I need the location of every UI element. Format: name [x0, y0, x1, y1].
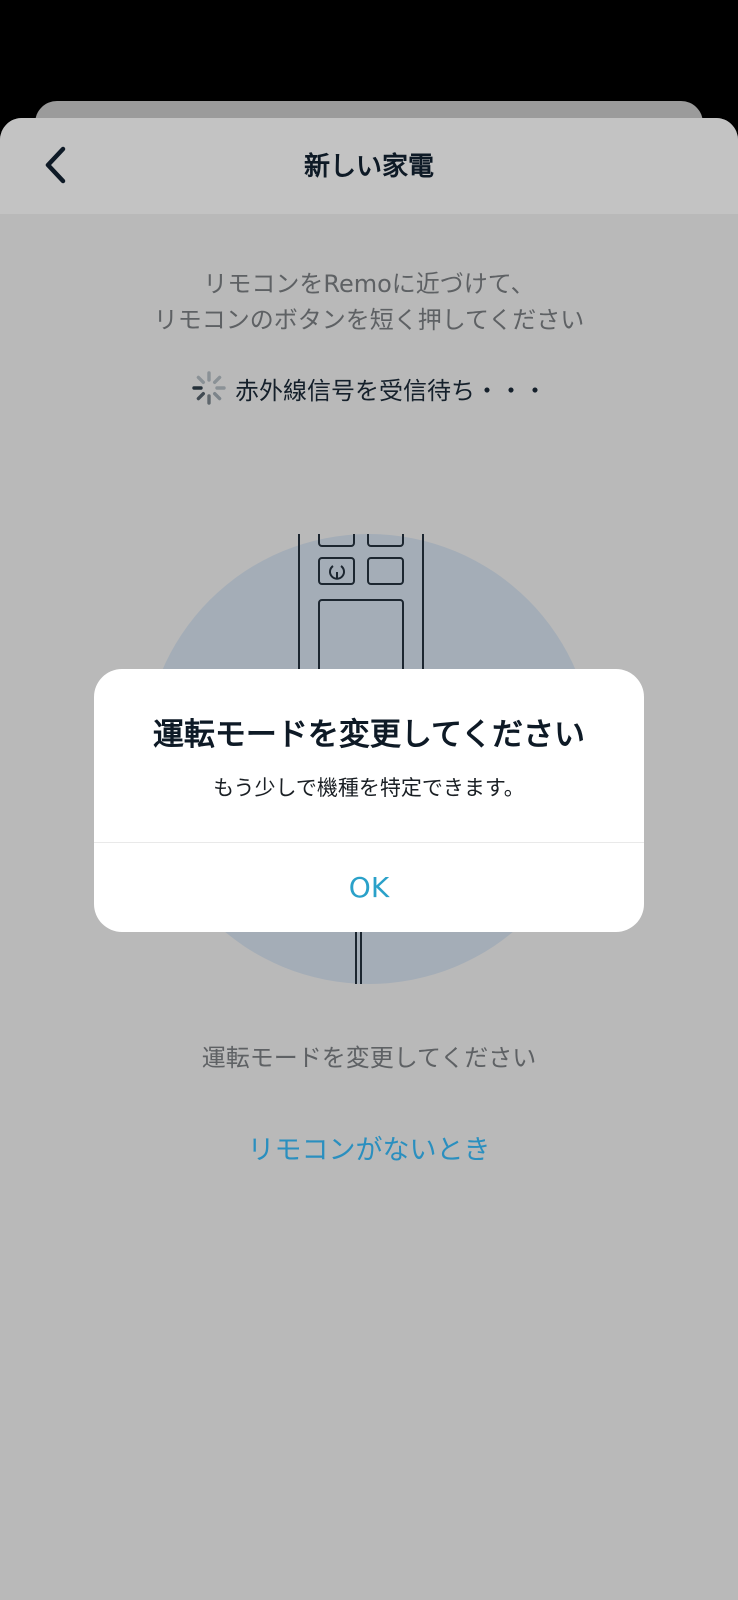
mode-change-hint: 運転モードを変更してください — [201, 1044, 537, 1072]
instruction-line-2: リモコンのボタンを短く押してください — [153, 306, 585, 334]
app-screen: 新しい家電 リモコンをRemoに近づけて、 リモコンのボタンを短く押してください — [0, 0, 738, 1600]
dialog-title: 運転モードを変更してください — [152, 717, 586, 753]
dialog-message: もう少しで機種を特定できます。 — [213, 776, 525, 800]
instruction-line-1: リモコンをRemoに近づけて、 — [203, 270, 535, 298]
alert-dialog: 運転モードを変更してください もう少しで機種を特定できます。 OK — [94, 669, 644, 932]
spinner-icon — [192, 371, 226, 405]
instruction-text: リモコンをRemoに近づけて、 リモコンのボタンを短く押してください — [0, 266, 738, 338]
status-text: 赤外線信号を受信待ち・・・ — [235, 376, 547, 405]
no-remote-link[interactable]: リモコンがないとき — [0, 1128, 738, 1167]
ok-button[interactable]: OK — [94, 843, 644, 932]
page-title: 新しい家電 — [303, 152, 434, 182]
status-row: 赤外線信号を受信待ち・・・ — [0, 370, 738, 406]
nav-bar: 新しい家電 — [0, 118, 738, 214]
